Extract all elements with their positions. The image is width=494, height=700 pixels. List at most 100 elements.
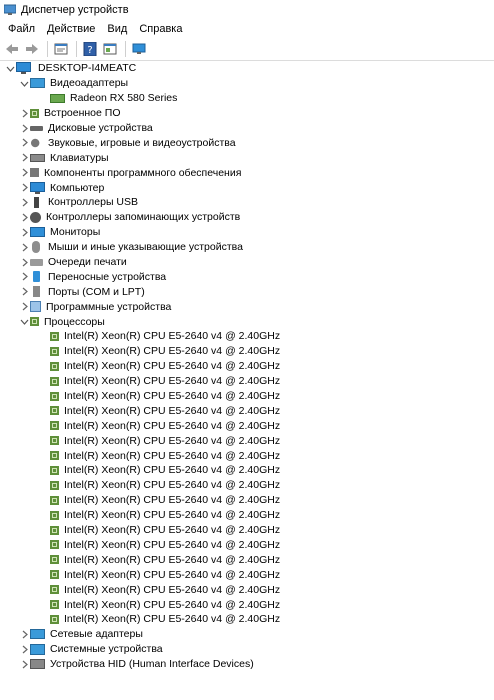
tree-category-label: Дисковые устройства <box>48 122 153 134</box>
chevron-down-icon[interactable] <box>18 77 30 89</box>
device-item[interactable]: Intel(R) Xeon(R) CPU E5-2640 v4 @ 2.40GH… <box>0 478 494 493</box>
chevron-right-icon[interactable] <box>18 628 30 640</box>
chevron-right-icon[interactable] <box>18 226 30 238</box>
chevron-right-icon[interactable] <box>18 122 30 134</box>
chevron-right-icon[interactable] <box>18 137 30 149</box>
tree-category[interactable]: Мониторы <box>0 225 494 240</box>
device-item[interactable]: Intel(R) Xeon(R) CPU E5-2640 v4 @ 2.40GH… <box>0 612 494 627</box>
menu-help[interactable]: Справка <box>135 23 190 35</box>
properties-icon[interactable] <box>52 41 70 57</box>
computer-icon <box>30 181 45 194</box>
tree-category[interactable]: Компьютер <box>0 180 494 195</box>
tree-category[interactable]: Встроенное ПО <box>0 106 494 121</box>
tree-category-label: Порты (COM и LPT) <box>48 285 145 298</box>
chevron-right-icon[interactable] <box>18 211 30 223</box>
tree-category-label: Мыши и иные указывающие устройства <box>48 241 243 254</box>
device-label: Intel(R) Xeon(R) CPU E5-2640 v4 @ 2.40GH… <box>64 509 281 522</box>
menu-view[interactable]: Вид <box>103 23 135 35</box>
device-item[interactable]: Radeon RX 580 Series <box>0 91 494 106</box>
chevron-right-icon[interactable] <box>18 241 30 253</box>
tree-category-label: Контроллеры USB <box>48 196 138 209</box>
chevron-down-icon[interactable] <box>4 62 16 74</box>
menu-action[interactable]: Действие <box>43 23 103 35</box>
device-label: Intel(R) Xeon(R) CPU E5-2640 v4 @ 2.40GH… <box>64 375 281 388</box>
device-item[interactable]: Intel(R) Xeon(R) CPU E5-2640 v4 @ 2.40GH… <box>0 359 494 374</box>
usb-icon <box>34 196 39 208</box>
chevron-right-icon[interactable] <box>18 286 30 298</box>
chevron-right-icon[interactable] <box>18 182 30 194</box>
port-icon <box>33 286 40 298</box>
chevron-right-icon[interactable] <box>18 271 30 283</box>
title-bar: Диспетчер устройств <box>0 0 494 20</box>
device-item[interactable]: Intel(R) Xeon(R) CPU E5-2640 v4 @ 2.40GH… <box>0 418 494 433</box>
device-label: Intel(R) Xeon(R) CPU E5-2640 v4 @ 2.40GH… <box>64 330 281 343</box>
chevron-right-icon[interactable] <box>18 256 30 268</box>
tree-category-label: Сетевые адаптеры <box>50 628 143 641</box>
device-item[interactable]: Intel(R) Xeon(R) CPU E5-2640 v4 @ 2.40GH… <box>0 597 494 612</box>
tree-category[interactable]: Звуковые, игровые и видеоустройства <box>0 135 494 150</box>
help-icon[interactable]: ? <box>81 41 99 57</box>
chevron-right-icon[interactable] <box>18 152 30 164</box>
tree-category[interactable]: Переносные устройства <box>0 269 494 284</box>
device-item[interactable]: Intel(R) Xeon(R) CPU E5-2640 v4 @ 2.40GH… <box>0 389 494 404</box>
device-item[interactable]: Intel(R) Xeon(R) CPU E5-2640 v4 @ 2.40GH… <box>0 448 494 463</box>
device-label: Intel(R) Xeon(R) CPU E5-2640 v4 @ 2.40GH… <box>64 449 281 462</box>
tree-category[interactable]: Процессоры <box>0 314 494 329</box>
tree-category[interactable]: Дисковые устройства <box>0 121 494 136</box>
tree-category-label: Контроллеры запоминающих устройств <box>46 211 241 224</box>
device-item[interactable]: Intel(R) Xeon(R) CPU E5-2640 v4 @ 2.40GH… <box>0 523 494 538</box>
tree-category[interactable]: Клавиатуры <box>0 150 494 165</box>
device-item[interactable]: Intel(R) Xeon(R) CPU E5-2640 v4 @ 2.40GH… <box>0 567 494 582</box>
chevron-right-icon[interactable] <box>18 658 30 670</box>
tree-category[interactable]: Контроллеры USB <box>0 195 494 210</box>
device-item[interactable]: Intel(R) Xeon(R) CPU E5-2640 v4 @ 2.40GH… <box>0 493 494 508</box>
tree-category[interactable]: Видеоадаптеры <box>0 76 494 91</box>
device-item[interactable]: Intel(R) Xeon(R) CPU E5-2640 v4 @ 2.40GH… <box>0 344 494 359</box>
toolbar: ? <box>0 38 494 61</box>
svg-text:?: ? <box>87 45 92 56</box>
device-item[interactable]: Intel(R) Xeon(R) CPU E5-2640 v4 @ 2.40GH… <box>0 403 494 418</box>
device-item[interactable]: Intel(R) Xeon(R) CPU E5-2640 v4 @ 2.40GH… <box>0 329 494 344</box>
chevron-right-icon[interactable] <box>18 107 30 119</box>
tree-category-label: Процессоры <box>44 315 105 328</box>
tree-category[interactable]: Сетевые адаптеры <box>0 627 494 642</box>
tree-root[interactable]: DESKTOP-I4MEATC <box>0 61 494 76</box>
device-label: Intel(R) Xeon(R) CPU E5-2640 v4 @ 2.40GH… <box>64 598 281 611</box>
device-tree: DESKTOP-I4MEATC Видеоадаптеры Radeon RX 5… <box>0 60 494 700</box>
tree-category[interactable]: Компоненты программного обеспечения <box>0 165 494 180</box>
tree-category-label: Встроенное ПО <box>44 107 121 120</box>
device-item[interactable]: Intel(R) Xeon(R) CPU E5-2640 v4 @ 2.40GH… <box>0 463 494 478</box>
tree-category-label: Звуковые, игровые и видеоустройства <box>48 136 236 149</box>
keyboard-icon <box>30 153 45 162</box>
chevron-down-icon[interactable] <box>18 316 30 328</box>
tree-category[interactable]: Мыши и иные указывающие устройства <box>0 240 494 255</box>
device-label: Intel(R) Xeon(R) CPU E5-2640 v4 @ 2.40GH… <box>64 360 281 373</box>
portable-device-icon <box>33 271 40 283</box>
chevron-right-icon[interactable] <box>18 196 30 208</box>
forward-arrow-icon[interactable] <box>23 41 41 57</box>
tree-category[interactable]: Очереди печати <box>0 255 494 270</box>
tree-root-label: DESKTOP-I4MEATC <box>38 62 137 75</box>
processor-icon <box>50 555 59 565</box>
monitor-icon[interactable] <box>130 41 148 57</box>
device-item[interactable]: Intel(R) Xeon(R) CPU E5-2640 v4 @ 2.40GH… <box>0 433 494 448</box>
tree-category[interactable]: Системные устройства <box>0 642 494 657</box>
chevron-right-icon[interactable] <box>18 301 30 313</box>
device-item[interactable]: Intel(R) Xeon(R) CPU E5-2640 v4 @ 2.40GH… <box>0 538 494 553</box>
device-item[interactable]: Intel(R) Xeon(R) CPU E5-2640 v4 @ 2.40GH… <box>0 508 494 523</box>
toolbar-separator <box>125 41 126 57</box>
processor-icon <box>50 495 59 505</box>
device-item[interactable]: Intel(R) Xeon(R) CPU E5-2640 v4 @ 2.40GH… <box>0 374 494 389</box>
back-arrow-icon[interactable] <box>3 41 21 57</box>
update-driver-icon[interactable] <box>101 41 119 57</box>
tree-category[interactable]: Контроллеры запоминающих устройств <box>0 210 494 225</box>
chevron-right-icon[interactable] <box>18 643 30 655</box>
chevron-right-icon[interactable] <box>18 167 30 179</box>
tree-category-label: Компьютер <box>50 181 105 194</box>
tree-category[interactable]: Порты (COM и LPT) <box>0 284 494 299</box>
tree-category[interactable]: Устройства HID (Human Interface Devices) <box>0 657 494 672</box>
device-item[interactable]: Intel(R) Xeon(R) CPU E5-2640 v4 @ 2.40GH… <box>0 552 494 567</box>
tree-category[interactable]: Программные устройства <box>0 299 494 314</box>
menu-file[interactable]: Файл <box>4 23 43 35</box>
device-item[interactable]: Intel(R) Xeon(R) CPU E5-2640 v4 @ 2.40GH… <box>0 582 494 597</box>
